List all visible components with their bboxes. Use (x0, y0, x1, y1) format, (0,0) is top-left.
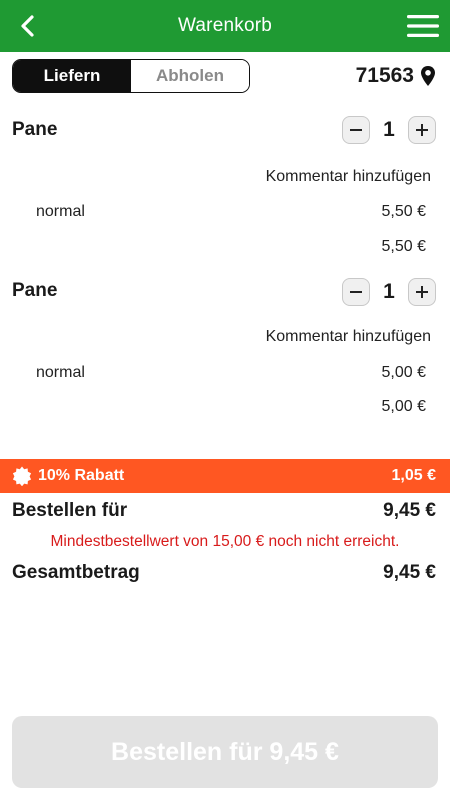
order-subtotal-row: Bestellen für 9,45 € (12, 500, 436, 522)
item-variant: normal (36, 364, 85, 381)
discount-label: 10% Rabatt (38, 467, 125, 484)
hamburger-menu-icon (407, 15, 439, 37)
variant-price: 5,50 € (381, 203, 426, 220)
quantity-value: 1 (383, 118, 395, 141)
zip-location[interactable]: 71563 (356, 64, 436, 88)
item-variant: normal (36, 203, 85, 220)
decrease-button[interactable] (342, 278, 370, 306)
back-button[interactable] (14, 12, 42, 40)
order-amount: 9,45 € (383, 500, 436, 521)
order-label: Bestellen für (12, 500, 128, 521)
decrease-button[interactable] (342, 116, 370, 144)
grand-total-row: Gesamtbetrag 9,45 € (12, 562, 436, 584)
delivery-mode-toggle: Liefern Abholen (12, 59, 250, 93)
quantity-stepper: 1 (342, 116, 436, 144)
chevron-left-icon (21, 15, 34, 37)
location-pin-icon (421, 66, 435, 86)
plus-icon (416, 124, 428, 136)
total-label: Gesamtbetrag (12, 562, 140, 583)
plus-icon (416, 286, 428, 298)
discount-badge-icon (12, 466, 32, 486)
option-abholen[interactable]: Abholen (131, 60, 249, 92)
quantity-value: 1 (383, 280, 395, 303)
add-comment-link[interactable]: Kommentar hinzufügen (266, 328, 431, 346)
minimum-order-warning: Mindestbestellwert von 15,00 € noch nich… (50, 533, 400, 550)
variant-price: 5,00 € (381, 364, 426, 381)
cart-item-name: Pane (12, 280, 58, 301)
option-liefern[interactable]: Liefern (13, 60, 131, 92)
page-title: Warenkorb (177, 15, 273, 36)
zip-code: 71563 (355, 64, 414, 87)
add-comment-link[interactable]: Kommentar hinzufügen (266, 168, 431, 186)
item-total: 5,00 € (381, 398, 426, 415)
discount-amount: 1,05 € (391, 467, 436, 484)
app-header: Warenkorb (0, 0, 450, 52)
minus-icon (350, 129, 362, 131)
discount-bar: 10% Rabatt 1,05 € (0, 459, 450, 493)
item-total: 5,50 € (381, 238, 426, 255)
increase-button[interactable] (408, 278, 436, 306)
menu-button[interactable] (406, 13, 440, 39)
increase-button[interactable] (408, 116, 436, 144)
total-amount: 9,45 € (383, 562, 436, 583)
minus-icon (350, 291, 362, 293)
checkout-button[interactable]: Bestellen für 9,45 € (12, 716, 438, 788)
cart-item-name: Pane (12, 119, 58, 140)
quantity-stepper: 1 (342, 278, 436, 306)
